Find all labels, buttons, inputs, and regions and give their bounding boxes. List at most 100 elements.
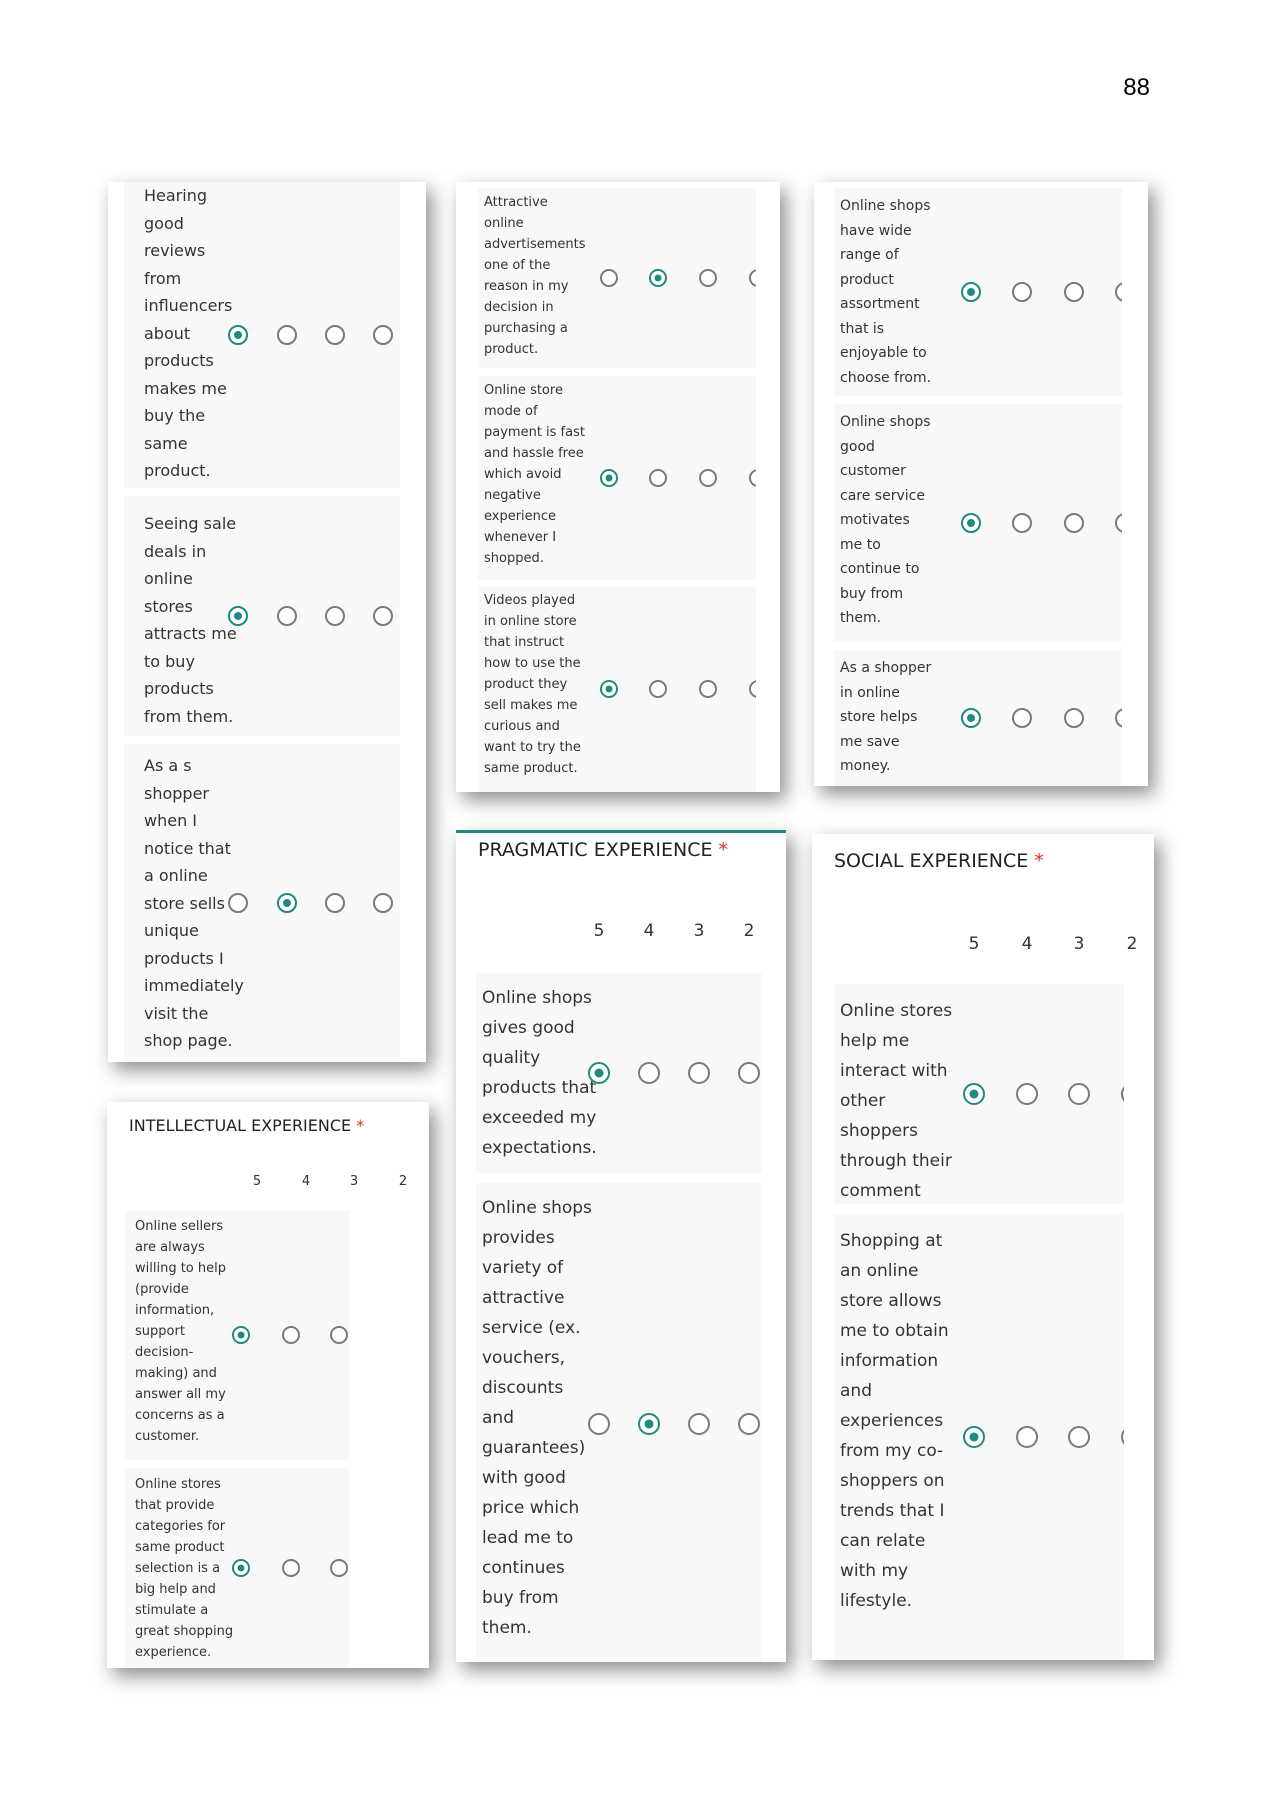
- radio-option-3[interactable]: [1064, 513, 1084, 533]
- radio-option-4[interactable]: [277, 606, 297, 626]
- scale-label-4: 4: [643, 921, 655, 941]
- scale-label-4: 4: [301, 1174, 311, 1189]
- question-row: Online shops provides variety of attract…: [476, 1183, 762, 1662]
- radio-option-5[interactable]: [963, 1083, 985, 1105]
- radio-option-5[interactable]: [228, 893, 248, 913]
- radio-option-3[interactable]: [1068, 1426, 1090, 1448]
- radio-option-2[interactable]: [1121, 1083, 1124, 1105]
- question-row: Seeing sale deals in online stores attra…: [124, 496, 400, 736]
- section-title: PRAGMATIC EXPERIENCE *: [478, 839, 729, 861]
- radio-option-5[interactable]: [588, 1062, 610, 1084]
- radio-option-2[interactable]: [373, 606, 393, 626]
- radio-option-4[interactable]: [1016, 1426, 1038, 1448]
- radio-option-3[interactable]: [1064, 708, 1084, 728]
- radio-option-3[interactable]: [688, 1062, 710, 1084]
- radio-option-2[interactable]: [749, 269, 756, 287]
- radio-option-4[interactable]: [277, 325, 297, 345]
- radio-option-4[interactable]: [649, 469, 667, 487]
- radio-option-2[interactable]: [749, 469, 756, 487]
- radio-option-5[interactable]: [600, 469, 618, 487]
- radio-option-4[interactable]: [1012, 513, 1032, 533]
- question-row: Online shops have wide range of product …: [834, 188, 1122, 396]
- radio-option-5[interactable]: [588, 1413, 610, 1435]
- question-row: Attractive online advertisements one of …: [478, 188, 756, 368]
- radio-option-4[interactable]: [649, 269, 667, 287]
- question-text: Seeing sale deals in online stores attra…: [144, 514, 237, 726]
- question-row: Online stores that provide categories fo…: [125, 1468, 349, 1668]
- radio-option-4[interactable]: [638, 1413, 660, 1435]
- scale-label-5: 5: [968, 934, 980, 954]
- question-row: Online shops gives good quality products…: [476, 973, 762, 1173]
- radio-option-4[interactable]: [282, 1559, 300, 1577]
- radio-option-3[interactable]: [699, 269, 717, 287]
- radio-option-3[interactable]: [325, 325, 345, 345]
- question-text: Online shops good customer care service …: [840, 414, 931, 626]
- radio-option-3[interactable]: [1064, 282, 1084, 302]
- radio-option-2[interactable]: [1115, 708, 1122, 728]
- radio-option-3[interactable]: [330, 1559, 348, 1577]
- radio-option-4[interactable]: [1016, 1083, 1038, 1105]
- scale-label-3: 3: [693, 921, 705, 941]
- radio-option-5[interactable]: [961, 708, 981, 728]
- question-row: As a shopper in online store helps me sa…: [834, 650, 1122, 786]
- radio-option-5[interactable]: [232, 1326, 250, 1344]
- radio-option-4[interactable]: [1012, 282, 1032, 302]
- question-text: Online shops gives good quality products…: [482, 988, 597, 1158]
- panel-continued-right: Online shops have wide range of product …: [814, 182, 1148, 786]
- required-mark: *: [718, 839, 729, 861]
- scale-label-5: 5: [593, 921, 605, 941]
- scale-label-3: 3: [349, 1174, 359, 1189]
- section-title: SOCIAL EXPERIENCE *: [834, 850, 1044, 872]
- radio-option-3[interactable]: [325, 893, 345, 913]
- radio-option-5[interactable]: [961, 282, 981, 302]
- section-title: INTELLECTUAL EXPERIENCE *: [129, 1116, 365, 1135]
- radio-option-5[interactable]: [961, 513, 981, 533]
- radio-option-4[interactable]: [277, 893, 297, 913]
- scale-header: 5 4 3 2: [107, 1174, 429, 1194]
- panel-social-experience: SOCIAL EXPERIENCE * 5 4 3 2 Online stores h…: [812, 834, 1154, 1660]
- radio-option-5[interactable]: [232, 1559, 250, 1577]
- radio-option-2[interactable]: [1115, 282, 1122, 302]
- radio-option-3[interactable]: [1068, 1083, 1090, 1105]
- page-number: 88: [1123, 74, 1150, 101]
- radio-option-3[interactable]: [699, 680, 717, 698]
- radio-option-5[interactable]: [963, 1426, 985, 1448]
- radio-option-2[interactable]: [373, 893, 393, 913]
- radio-option-4[interactable]: [282, 1326, 300, 1344]
- question-text: Online stores that provide categories fo…: [135, 1477, 234, 1660]
- radio-option-2[interactable]: [738, 1413, 760, 1435]
- question-text: Videos played in online store that instr…: [484, 593, 581, 776]
- question-row: Online sellers are always willing to hel…: [125, 1210, 349, 1460]
- question-text: Online stores help me interact with othe…: [840, 1001, 953, 1201]
- scale-label-3: 3: [1073, 934, 1085, 954]
- question-text: Attractive online advertisements one of …: [484, 195, 586, 357]
- radio-option-5[interactable]: [600, 680, 618, 698]
- question-row: Online store mode of payment is fast and…: [478, 376, 756, 580]
- scale-label-4: 4: [1021, 934, 1033, 954]
- radio-option-5[interactable]: [228, 606, 248, 626]
- radio-option-2[interactable]: [749, 680, 756, 698]
- question-row: Online shops good customer care service …: [834, 404, 1122, 642]
- question-row: Online stores help me interact with othe…: [834, 984, 1124, 1204]
- radio-option-2[interactable]: [738, 1062, 760, 1084]
- radio-option-3[interactable]: [330, 1326, 348, 1344]
- panel-pragmatic-experience: PRAGMATIC EXPERIENCE * 5 4 3 2 Online shops…: [456, 830, 786, 1662]
- radio-option-2[interactable]: [1121, 1426, 1124, 1448]
- radio-option-4[interactable]: [638, 1062, 660, 1084]
- scale-label-5: 5: [252, 1174, 262, 1189]
- radio-option-5[interactable]: [600, 269, 618, 287]
- radio-option-4[interactable]: [1012, 708, 1032, 728]
- radio-option-2[interactable]: [373, 325, 393, 345]
- radio-option-3[interactable]: [688, 1413, 710, 1435]
- question-text: Hearing good reviews from influencers ab…: [144, 186, 233, 480]
- radio-option-2[interactable]: [1115, 513, 1122, 533]
- question-text: Online sellers are always willing to hel…: [135, 1219, 226, 1444]
- radio-option-3[interactable]: [699, 469, 717, 487]
- question-row: Hearing good reviews from influencers ab…: [124, 182, 400, 488]
- radio-option-3[interactable]: [325, 606, 345, 626]
- radio-option-4[interactable]: [649, 680, 667, 698]
- radio-option-5[interactable]: [228, 325, 248, 345]
- scale-label-2: 2: [398, 1174, 408, 1189]
- scale-label-2: 2: [1126, 934, 1138, 954]
- question-text: As a shopper in online store helps me sa…: [840, 660, 932, 774]
